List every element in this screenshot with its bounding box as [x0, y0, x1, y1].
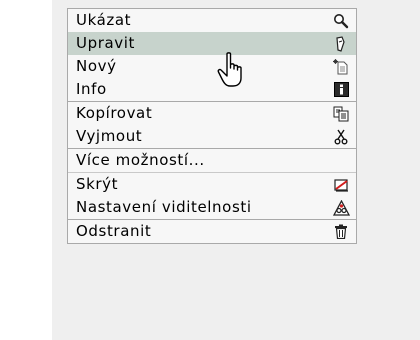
menu-item-label: Více možností...: [76, 151, 205, 169]
hand-pointer-cursor: [216, 51, 250, 91]
menu-item-label: Info: [76, 80, 107, 98]
new-document-icon: [332, 58, 350, 75]
menu-item-info[interactable]: Info: [68, 78, 356, 101]
menu-item-delete[interactable]: Odstranit: [68, 219, 356, 243]
copy-icon: [332, 105, 350, 122]
info-icon: [332, 81, 350, 98]
menu-item-label: Vyjmout: [76, 127, 143, 145]
menu-item-label: Kopírovat: [76, 104, 153, 122]
menu-item-cut[interactable]: Vyjmout: [68, 125, 356, 148]
hide-icon: [332, 176, 350, 193]
menu-item-label: Upravit: [76, 34, 135, 52]
menu-item-new[interactable]: Nový: [68, 55, 356, 78]
trash-icon: [332, 223, 350, 240]
context-menu: Ukázat Upravit Nový Info Kopírovat Vyjmo…: [67, 8, 357, 244]
menu-item-label: Skrýt: [76, 175, 119, 193]
pencil-icon: [332, 35, 350, 52]
menu-item-more-options[interactable]: Více možností...: [68, 148, 356, 172]
menu-item-edit[interactable]: Upravit: [68, 32, 356, 55]
menu-item-visibility-settings[interactable]: Nastavení viditelnosti: [68, 196, 356, 219]
menu-item-label: Nový: [76, 57, 117, 75]
visibility-settings-icon: [332, 199, 350, 216]
menu-item-copy[interactable]: Kopírovat: [68, 101, 356, 125]
menu-item-label: Nastavení viditelnosti: [76, 198, 252, 216]
menu-item-hide[interactable]: Skrýt: [68, 172, 356, 196]
scissors-icon: [332, 128, 350, 145]
menu-item-show[interactable]: Ukázat: [68, 9, 356, 32]
menu-item-label: Odstranit: [76, 222, 152, 240]
menu-item-label: Ukázat: [76, 11, 132, 29]
magnifier-icon: [332, 12, 350, 29]
